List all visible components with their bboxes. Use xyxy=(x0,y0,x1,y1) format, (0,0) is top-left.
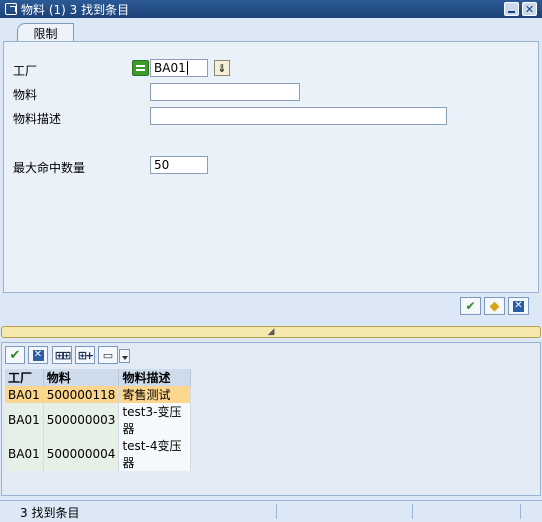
cell-plant: BA01 xyxy=(5,403,44,437)
cell-material-description: 寄售测试 xyxy=(118,386,192,403)
table-row[interactable]: BA01 500000004 test-4变压器 xyxy=(5,437,192,471)
table-row[interactable]: BA01 500000118 寄售测试 xyxy=(5,386,192,403)
window-title: 物料 (1) 3 找到条目 xyxy=(21,2,130,17)
table-header-row: 工厂 物料 物料描述 xyxy=(5,369,192,386)
checkmark-icon: ✔ xyxy=(465,299,476,313)
close-button[interactable]: ✕ xyxy=(522,2,537,16)
status-bar: 3 找到条目 xyxy=(0,500,542,522)
find-button[interactable]: ⊞⊞ xyxy=(52,346,72,364)
copy-button[interactable]: ✔ xyxy=(5,346,25,364)
column-header-material-description[interactable]: 物料描述 xyxy=(118,369,192,386)
restrictions-panel: 工厂 BA01 ⇓ 物料 物料描述 最大命中数量 50 xyxy=(3,41,539,293)
results-pane: ✔ ✕ ⊞⊞ ⊞+ ▭ 工厂 物料 物料描述 BA01 500000118 寄售… xyxy=(1,342,541,496)
resize-grip-icon: ◢ xyxy=(267,327,275,337)
column-header-material[interactable]: 物料 xyxy=(43,369,120,386)
multiple-selection-button[interactable]: ◆ xyxy=(484,297,505,315)
multiple-selection-icon: ◆ xyxy=(489,298,500,314)
results-table: 工厂 物料 物料描述 BA01 500000118 寄售测试 BA01 5000… xyxy=(5,369,192,471)
continue-button[interactable]: ✔ xyxy=(460,297,481,315)
material-description-label: 物料描述 xyxy=(13,112,62,126)
checkmark-icon: ✔ xyxy=(9,347,21,363)
print-options-dropdown[interactable] xyxy=(119,349,130,363)
cell-plant: BA01 xyxy=(5,386,44,403)
table-row[interactable]: BA01 500000003 test3-变压器 xyxy=(5,403,192,437)
cell-material-description: test3-变压器 xyxy=(118,403,192,437)
splitter-handle[interactable]: ◢ xyxy=(1,326,541,338)
cancel-icon: ✕ xyxy=(513,300,524,312)
cell-material: 500000003 xyxy=(43,403,120,437)
status-divider xyxy=(520,504,521,519)
status-text: 3 找到条目 xyxy=(20,506,80,520)
window-title-bar: 物料 (1) 3 找到条目 ✕ xyxy=(0,0,542,18)
status-divider xyxy=(276,504,277,519)
status-divider xyxy=(412,504,413,519)
column-header-plant[interactable]: 工厂 xyxy=(5,369,44,386)
cell-material-description: test-4变压器 xyxy=(118,437,192,471)
material-description-field[interactable] xyxy=(150,107,447,125)
tab-label: 限制 xyxy=(33,26,58,41)
cancel-button[interactable]: ✕ xyxy=(508,297,529,315)
cell-material: 500000004 xyxy=(43,437,120,471)
material-field[interactable] xyxy=(150,83,300,101)
binoculars-icon: ⊞⊞ xyxy=(54,348,72,362)
max-hits-field[interactable]: 50 xyxy=(150,156,208,174)
material-label: 物料 xyxy=(13,88,38,102)
print-button[interactable]: ▭ xyxy=(98,346,118,364)
minimize-button[interactable] xyxy=(504,2,519,16)
cancel-results-button[interactable]: ✕ xyxy=(28,346,48,364)
max-hits-label: 最大命中数量 xyxy=(13,161,86,175)
cell-plant: BA01 xyxy=(5,437,44,471)
plant-label: 工厂 xyxy=(13,64,38,78)
printer-icon: ▭ xyxy=(102,348,114,362)
value-help-icon[interactable]: ⇓ xyxy=(214,60,230,76)
close-icon: ✕ xyxy=(524,2,535,16)
tab-strip: 限制 xyxy=(0,18,542,42)
cell-material: 500000118 xyxy=(43,386,120,403)
binoculars-next-icon: ⊞+ xyxy=(77,348,95,362)
external-link-icon xyxy=(5,3,17,15)
cancel-icon: ✕ xyxy=(32,349,44,361)
plant-field[interactable]: BA01 xyxy=(150,59,208,77)
tab-restrictions[interactable]: 限制 xyxy=(17,23,74,42)
selection-option-icon[interactable] xyxy=(132,60,149,76)
find-next-button[interactable]: ⊞+ xyxy=(75,346,95,364)
